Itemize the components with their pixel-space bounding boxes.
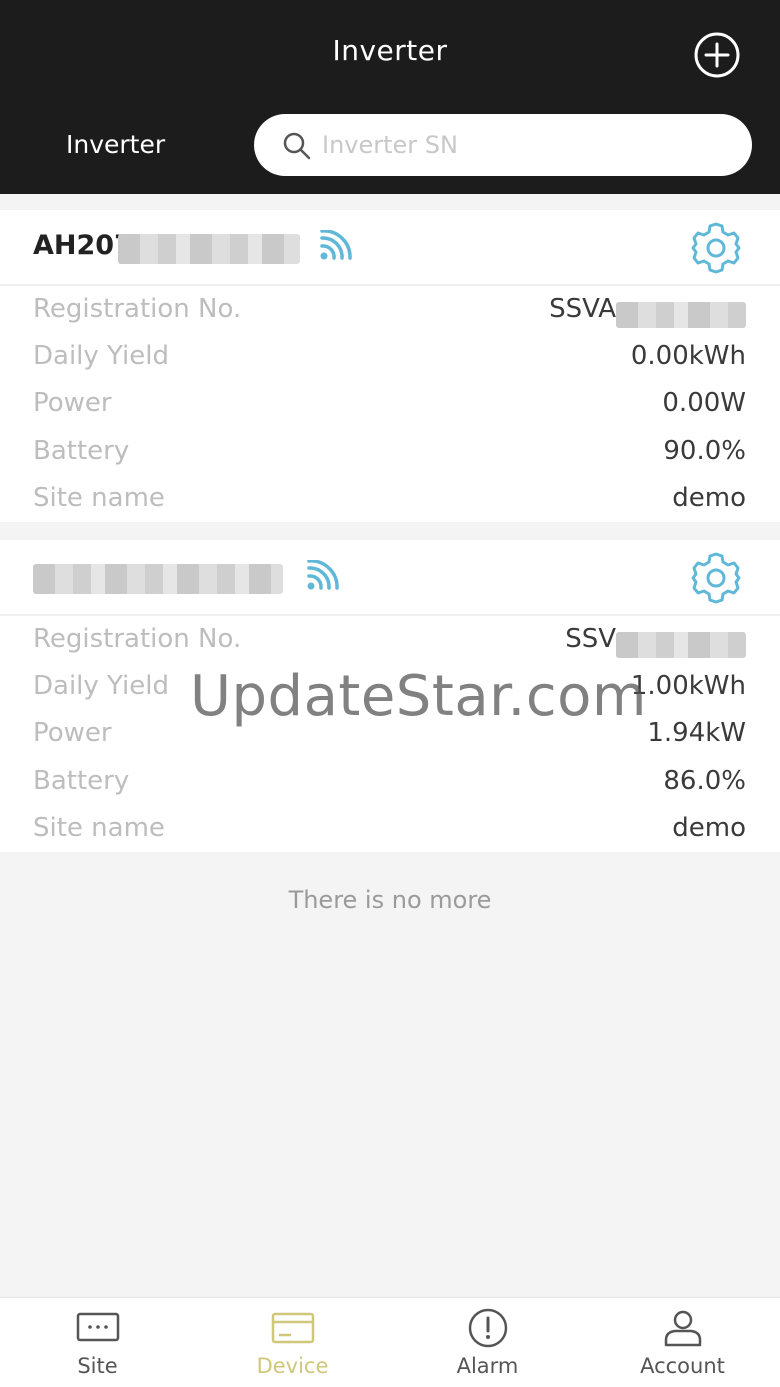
search-box[interactable]: [254, 114, 752, 176]
row-value: SSV: [565, 624, 616, 654]
info-row: Battery 90.0%: [33, 436, 746, 476]
search-input[interactable]: [322, 122, 722, 168]
device-type-filter[interactable]: Inverter: [66, 130, 165, 159]
row-value: demo: [672, 813, 746, 843]
header-bar: Inverter Inverter: [0, 0, 780, 194]
alarm-exclamation-icon: [468, 1308, 508, 1348]
redacted-registration: [616, 302, 746, 328]
row-label: Power: [33, 718, 112, 748]
tab-alarm[interactable]: Alarm: [390, 1298, 585, 1387]
tab-label: Alarm: [456, 1354, 519, 1378]
row-value: 0.00W: [662, 388, 746, 418]
row-label: Power: [33, 388, 112, 418]
row-value: demo: [672, 483, 746, 513]
row-label: Daily Yield: [33, 341, 169, 371]
row-value: 86.0%: [663, 766, 746, 796]
row-value: 0.00kWh: [630, 341, 746, 371]
row-label: Registration No.: [33, 624, 242, 654]
redacted-sn: [118, 234, 300, 264]
info-row: Daily Yield 0.00kWh: [33, 341, 746, 381]
tab-label: Device: [256, 1354, 329, 1378]
info-row: Site name demo: [33, 483, 746, 523]
row-label: Daily Yield: [33, 671, 169, 701]
tab-device[interactable]: Device: [195, 1298, 390, 1387]
plus-circle-icon[interactable]: [692, 30, 742, 80]
list-end-text: There is no more: [288, 886, 492, 914]
account-person-icon: [664, 1310, 702, 1347]
info-row: Power 0.00W: [33, 388, 746, 428]
gear-icon[interactable]: [686, 218, 746, 278]
tab-account[interactable]: Account: [585, 1298, 780, 1387]
gear-icon[interactable]: [686, 548, 746, 608]
redacted-sn: [33, 564, 283, 594]
bottom-tab-bar: Site Device Alarm Account: [0, 1297, 780, 1387]
row-label: Site name: [33, 483, 165, 513]
card-header: [0, 540, 780, 616]
row-value: SSVA: [549, 294, 616, 324]
tab-label: Account: [640, 1354, 725, 1378]
tab-label: Site: [77, 1354, 118, 1378]
row-label: Battery: [33, 436, 130, 466]
watermark: UpdateStar.com: [190, 664, 647, 729]
row-label: Registration No.: [33, 294, 242, 324]
tab-site[interactable]: Site: [0, 1298, 195, 1387]
wifi-signal-icon: [320, 230, 352, 260]
redacted-registration: [616, 632, 746, 658]
info-row: Registration No. SSV: [33, 624, 746, 664]
row-label: Site name: [33, 813, 165, 843]
row-value: 1.00kWh: [630, 671, 746, 701]
card-header: AH207: [0, 210, 780, 286]
device-card-icon: [271, 1312, 315, 1344]
inverter-card[interactable]: AH207 Registration No. SSVA Daily Yield …: [0, 210, 780, 522]
info-row: Registration No. SSVA: [33, 294, 746, 334]
row-value: 1.94kW: [647, 718, 746, 748]
search-icon: [283, 132, 311, 160]
info-row: Site name demo: [33, 813, 746, 853]
page-title: Inverter: [332, 34, 448, 67]
row-value: 90.0%: [663, 436, 746, 466]
row-label: Battery: [33, 766, 130, 796]
info-row: Battery 86.0%: [33, 766, 746, 806]
site-monitor-icon: [76, 1312, 120, 1342]
wifi-signal-icon: [307, 560, 339, 590]
